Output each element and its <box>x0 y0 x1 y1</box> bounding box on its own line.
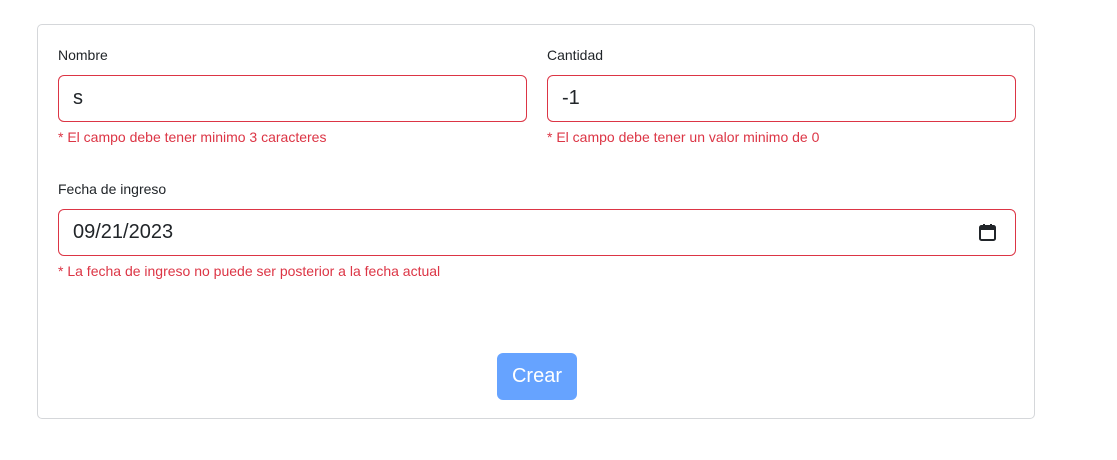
fecha-label: Fecha de ingreso <box>58 181 167 197</box>
cantidad-error: * El campo debe tener un valor minimo de… <box>547 129 820 145</box>
nombre-input-value: s <box>73 87 83 109</box>
cantidad-input-value: -1 <box>562 87 580 109</box>
fecha-input[interactable]: 09/21/2023 <box>58 209 1016 256</box>
nombre-input[interactable]: s <box>58 75 527 122</box>
fecha-input-value: 09/21/2023 <box>73 221 174 243</box>
nombre-error: * El campo debe tener minimo 3 caractere… <box>58 129 327 145</box>
cantidad-label: Cantidad <box>547 47 604 63</box>
cantidad-input[interactable]: -1 <box>547 75 1016 122</box>
calendar-icon[interactable] <box>978 223 997 242</box>
crear-button[interactable]: Crear <box>497 353 577 400</box>
nombre-label: Nombre <box>58 47 108 63</box>
fecha-error: * La fecha de ingreso no puede ser poste… <box>58 263 441 279</box>
